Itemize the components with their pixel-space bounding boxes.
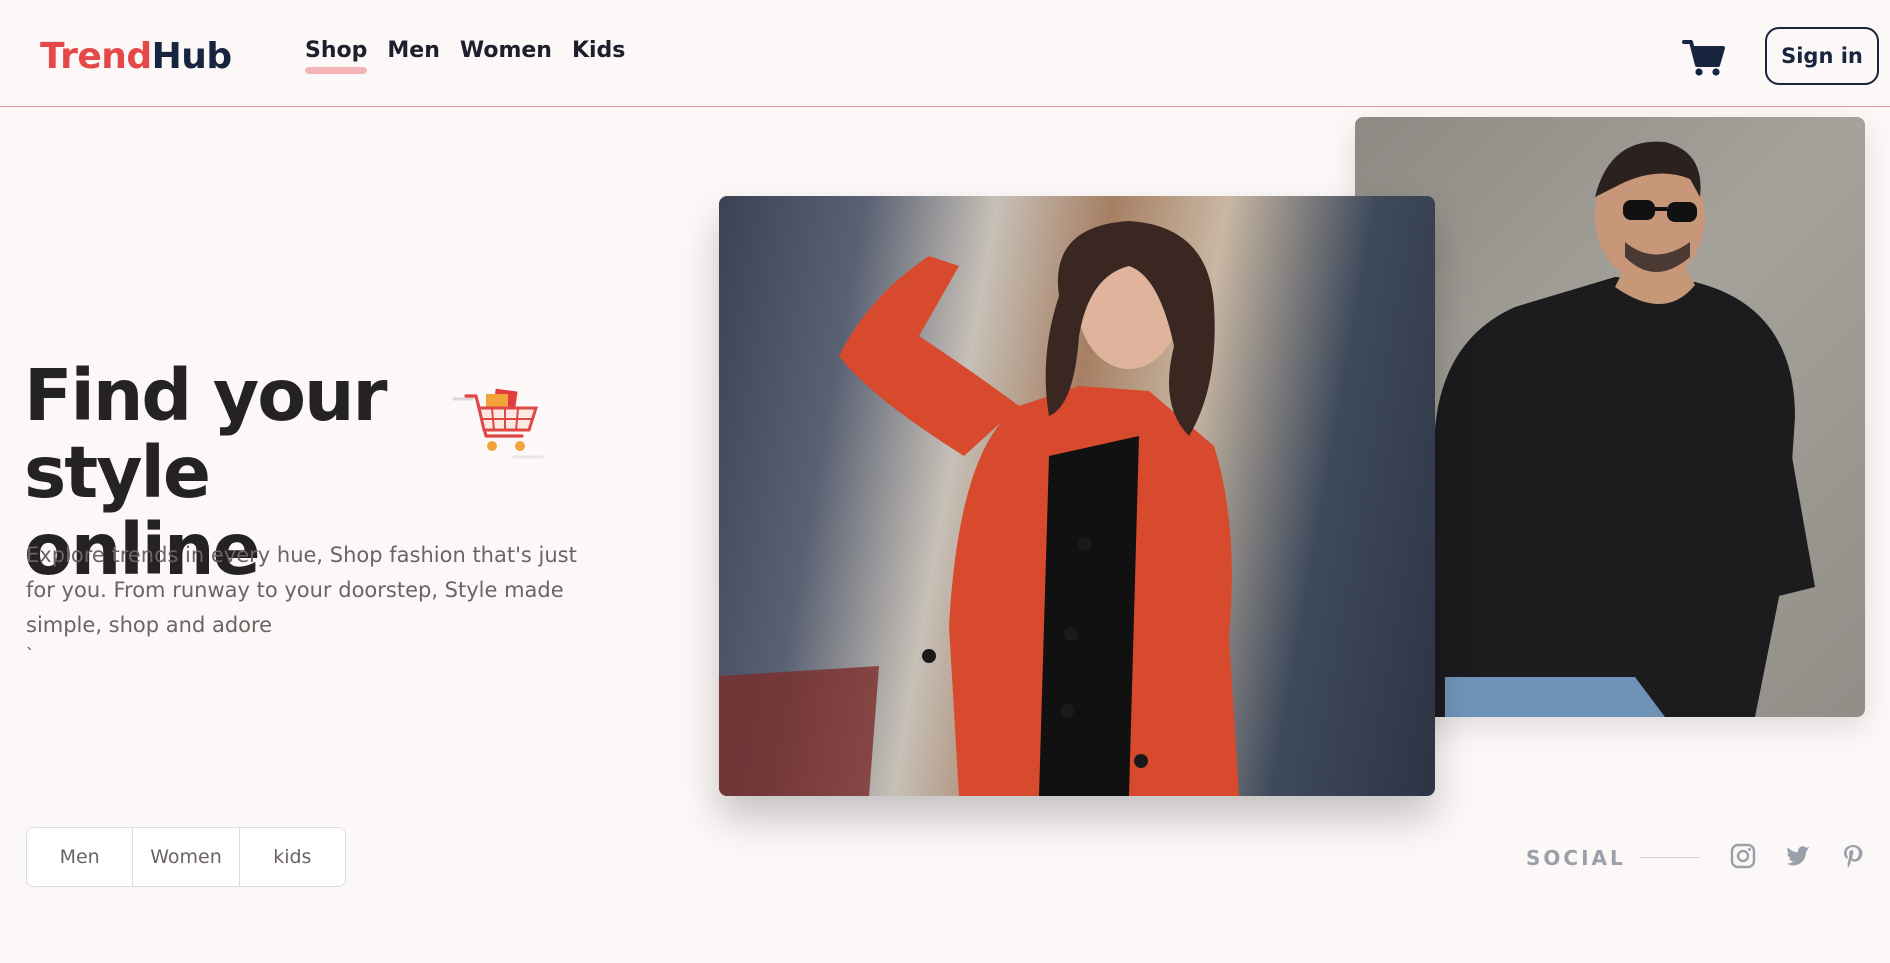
shopping-cart-illustration-icon: [452, 384, 548, 466]
twitter-icon[interactable]: [1784, 842, 1812, 870]
nav-women[interactable]: Women: [460, 38, 552, 73]
cart-icon[interactable]: [1682, 38, 1726, 78]
category-women-button[interactable]: Women: [133, 828, 240, 886]
category-kids-button[interactable]: kids: [239, 828, 345, 886]
hero-description: Explore trends in every hue, Shop fashio…: [26, 543, 577, 637]
logo-part-hub: Hub: [151, 36, 233, 77]
sign-in-button[interactable]: Sign in: [1765, 27, 1879, 85]
category-toggle-group: Men Women kids: [26, 827, 346, 887]
logo-part-trend: Trend: [40, 36, 152, 77]
instagram-icon[interactable]: [1729, 842, 1757, 870]
hero-title-line1: Find your: [24, 354, 388, 437]
nav-kids[interactable]: Kids: [572, 38, 625, 73]
main-nav: Shop Men Women Kids: [305, 38, 625, 74]
nav-men[interactable]: Men: [387, 38, 439, 73]
stray-backtick: `: [26, 645, 34, 664]
social-label: SOCIAL: [1526, 846, 1626, 870]
social-divider: [1640, 857, 1700, 858]
woman-red-coat-photo: [719, 196, 1435, 796]
category-men-button[interactable]: Men: [27, 828, 134, 886]
site-header: TrendHub Shop Men Women Kids Sign in: [0, 0, 1890, 107]
nav-shop[interactable]: Shop: [305, 38, 368, 74]
pinterest-icon[interactable]: [1839, 842, 1867, 870]
logo[interactable]: TrendHub: [40, 36, 232, 77]
